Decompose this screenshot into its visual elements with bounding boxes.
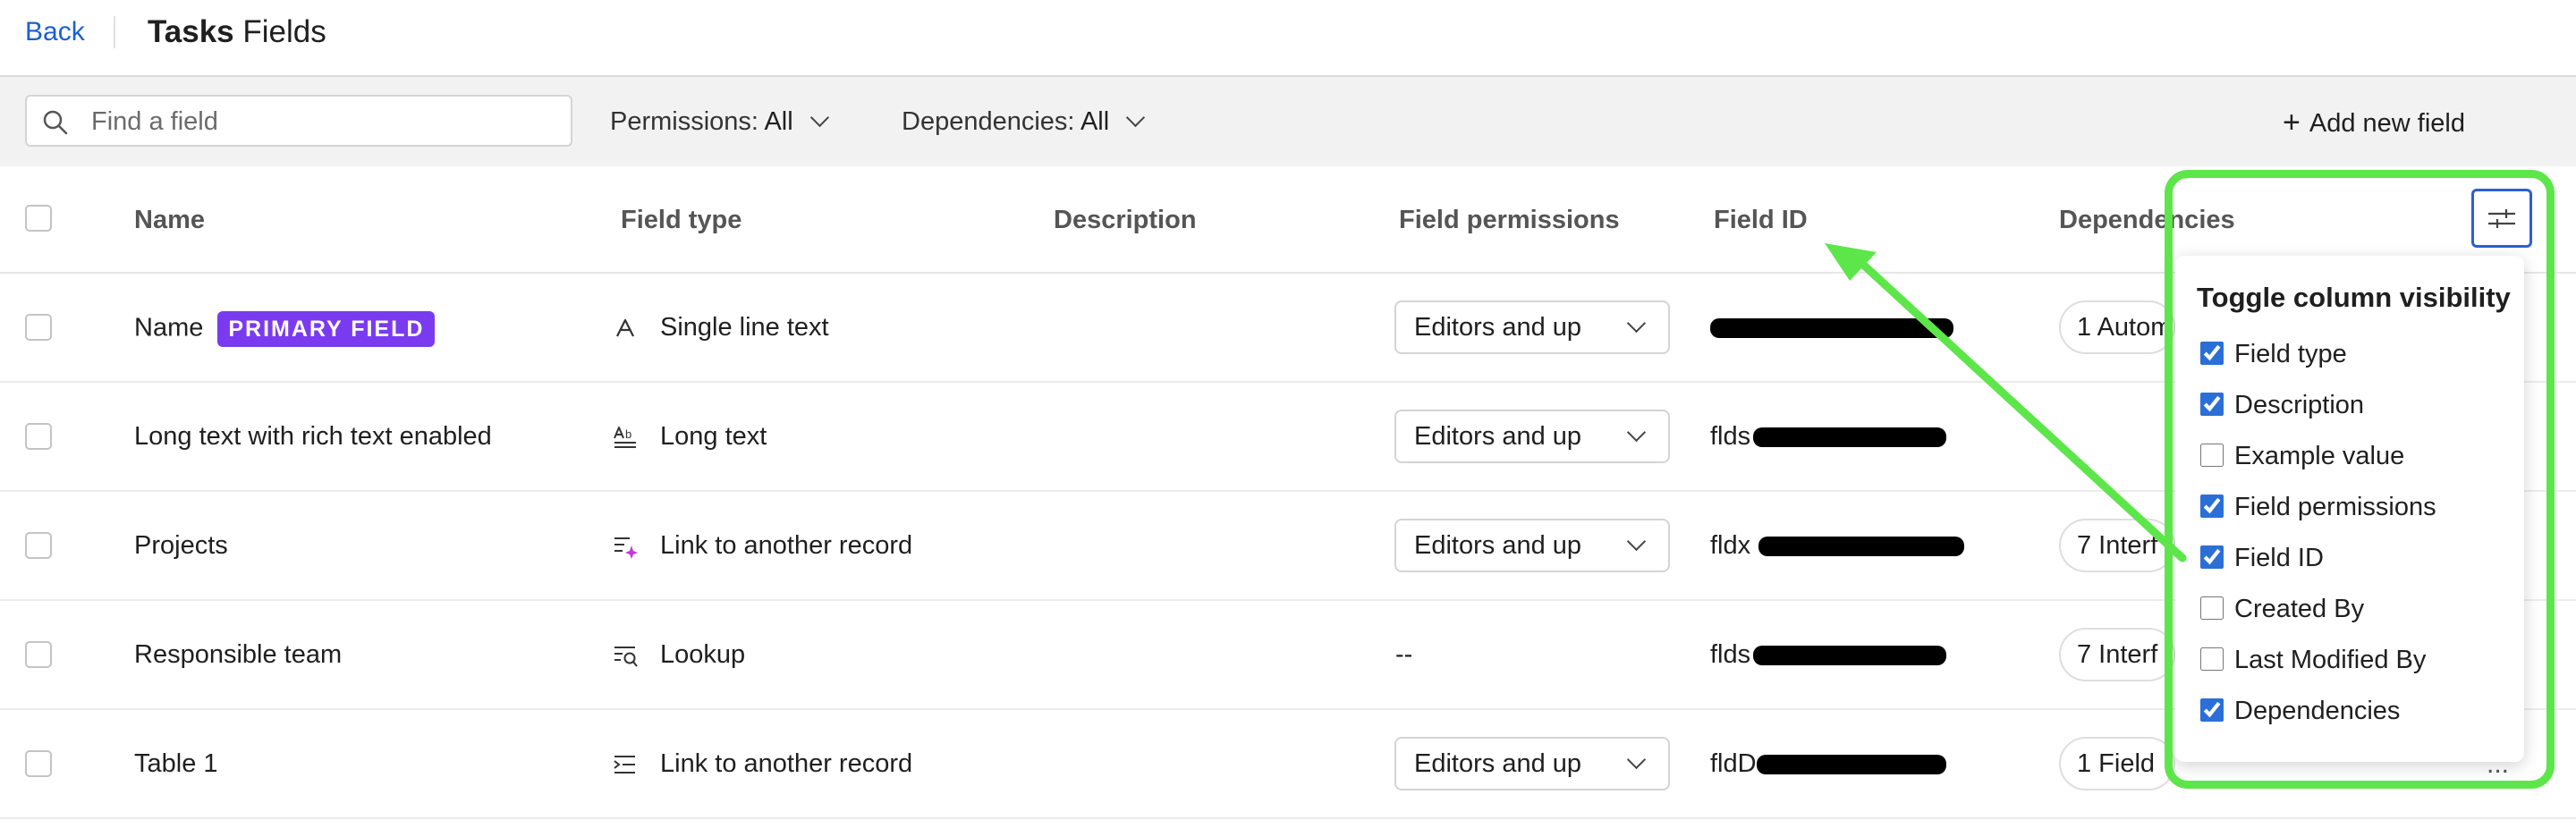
annotation-arrow — [1825, 243, 2187, 562]
